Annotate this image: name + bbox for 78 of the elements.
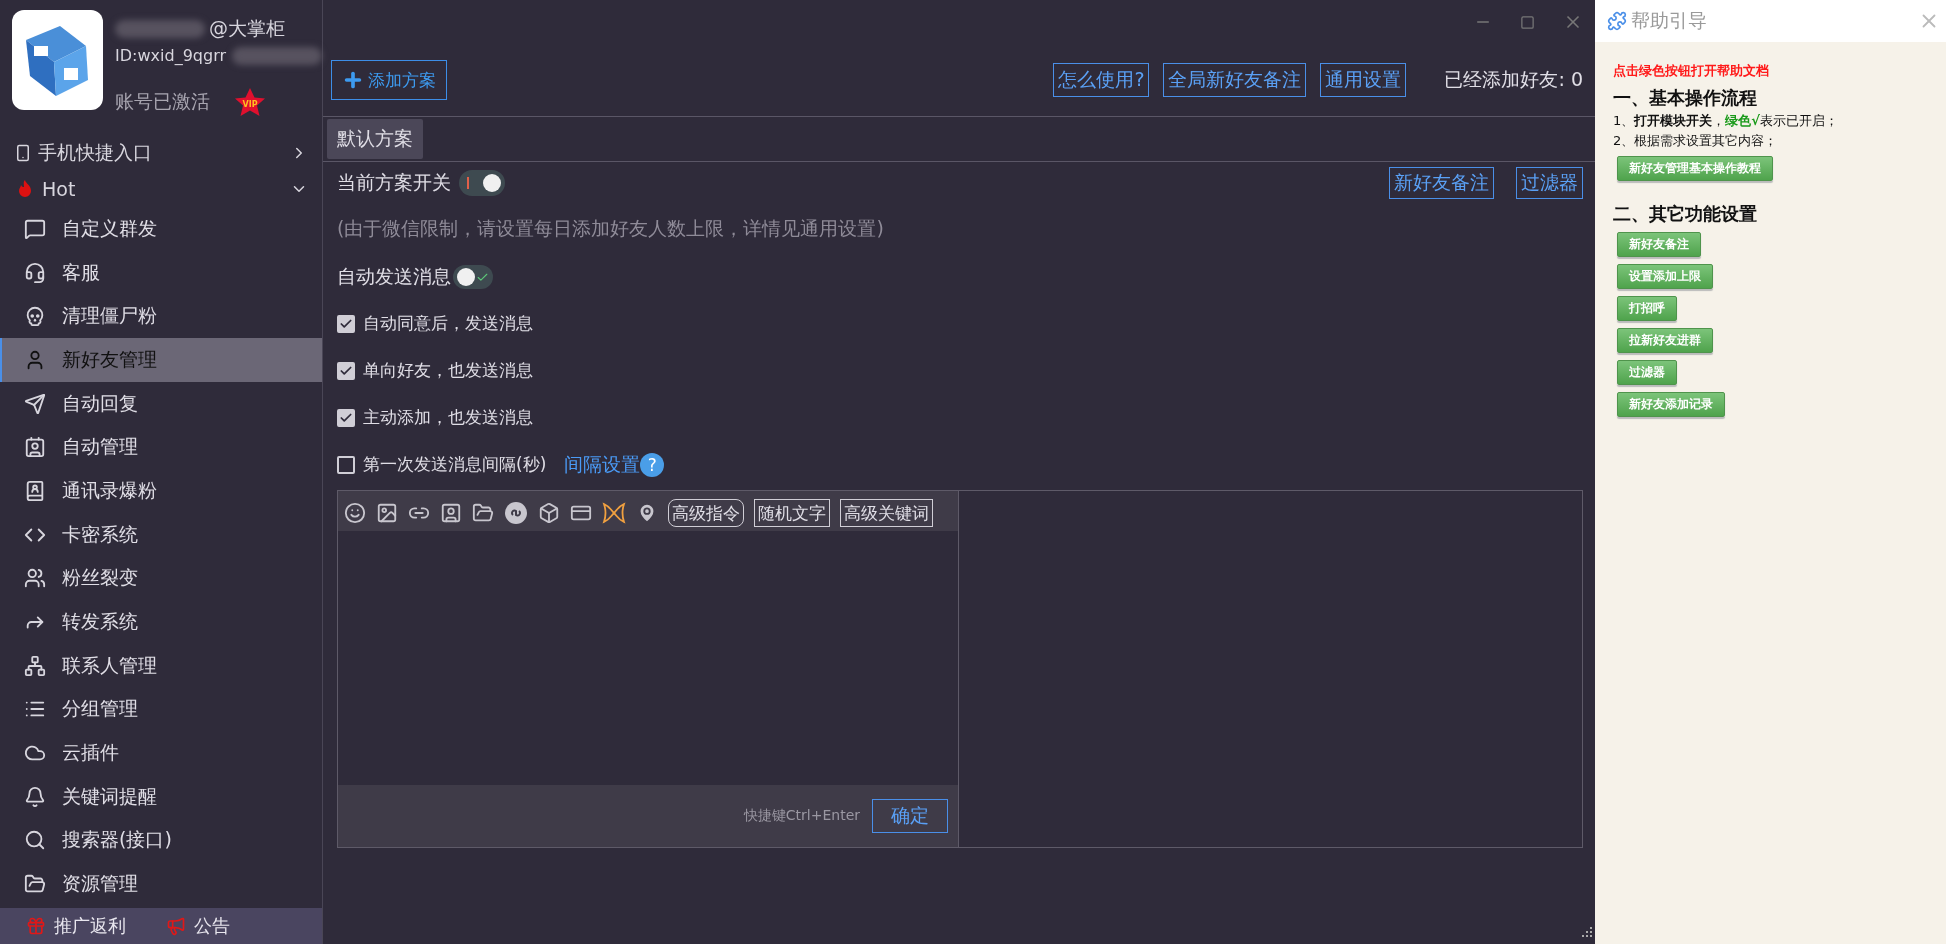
toolbar-link-button[interactable]: 全局新好友备注 [1163,63,1307,97]
checkbox-label: 第一次发送消息间隔(秒) [363,453,547,476]
help-intro: 点击绿色按钮打开帮助文档 [1613,62,1769,80]
bell-icon [24,785,46,808]
org-chart-icon [24,654,46,677]
plan-tab[interactable]: 默认方案 [327,119,423,159]
puzzle-icon [1607,11,1627,31]
plan-link-button[interactable]: 新好友备注 [1389,167,1494,199]
sidebar-item[interactable]: 搜索器(接口) [0,818,322,863]
add-plan-button[interactable]: 添加方案 [331,60,447,100]
checkbox-label: 主动添加，也发送消息 [363,406,533,429]
megaphone-icon [166,916,186,936]
sidebar-item[interactable]: 粉丝裂变 [0,556,322,601]
auto-send-label: 自动发送消息 [337,264,451,289]
send-icon [24,392,46,415]
section-heading: 一、基本操作流程 [1613,86,1757,110]
sidebar-item[interactable]: 自定义群发 [0,207,322,251]
sidebar-item[interactable]: 分组管理 [0,687,322,732]
help-step: 1、打开模块开关，绿色√表示已开启； [1613,112,1838,130]
smiley-icon[interactable] [344,502,366,524]
headset-icon [24,261,46,284]
people-icon [24,567,46,590]
sidebar-item[interactable]: 自动管理 [0,425,322,470]
help-title: 帮助引导 [1631,8,1707,33]
image-icon[interactable] [376,502,398,524]
nav-section-header[interactable]: Hot [0,171,322,207]
auto-send-switch[interactable] [453,265,493,289]
phone-icon [14,144,32,162]
sidebar-item[interactable]: 资源管理 [0,862,322,906]
gift-icon [26,916,46,936]
added-friends-count: 已经添加好友: 0 [1444,67,1583,92]
toolbar-link-button[interactable]: 怎么使用? [1053,63,1150,97]
referral-link[interactable]: 推广返利 [26,914,126,938]
sidebar-item[interactable]: 云插件 [0,731,322,775]
sidebar-item[interactable]: 联系人管理 [0,643,322,688]
sidebar-item[interactable]: 通讯录爆粉 [0,469,322,513]
checkbox[interactable] [337,314,355,333]
chat-bubble-icon [24,217,46,240]
checkbox[interactable] [337,455,355,474]
search-icon [24,829,46,852]
cube-icon[interactable] [538,502,560,524]
sidebar-item[interactable]: 清理僵尸粉 [0,294,322,339]
checkbox[interactable] [337,361,355,380]
toolbar-link-button[interactable]: 通用设置 [1320,63,1407,97]
checkbox-label: 单向好友，也发送消息 [363,359,533,382]
limit-note: (由于微信限制，请设置每日添加好友人数上限，详情见通用设置) [337,216,884,241]
sidebar-item[interactable]: 客服 [0,250,322,295]
sidebar-item[interactable]: 自动回复 [0,381,322,426]
switch-label: 当前方案开关 [337,170,451,195]
checkbox[interactable] [337,408,355,427]
confirm-button[interactable]: 确定 [872,799,948,833]
plan-link-button[interactable]: 过滤器 [1516,167,1583,199]
plan-switch[interactable] [459,170,505,196]
account-status: 账号已激活 [115,89,211,114]
account-name: @大掌柜 [209,16,286,41]
address-book-icon [24,479,46,502]
folder-icon[interactable] [472,502,494,524]
help-step: 2、根据需求设置其它内容； [1613,132,1778,150]
contact-card-icon [24,436,46,459]
sidebar-item[interactable]: 关键词提醒 [0,774,322,819]
editor-tool-button[interactable]: 高级关键词 [840,499,933,527]
skull-icon [24,305,46,328]
contact-card-icon[interactable] [440,502,462,524]
checkbox-label: 自动同意后，发送消息 [363,312,533,335]
account-id: ID:wxid_9qgrr [115,46,226,65]
vip-star-badge: VIP [234,87,267,117]
announcement-link[interactable]: 公告 [166,914,230,938]
sidebar-item[interactable]: 卡密系统 [0,512,322,557]
shortcut-hint: 快捷键Ctrl+Enter [743,807,860,825]
plus-icon [342,69,364,91]
section-heading: 二、其它功能设置 [1613,202,1757,226]
sidebar-item[interactable]: 转发系统 [0,600,322,644]
interval-settings-link[interactable]: 间隔设置 [564,451,641,478]
editor-tool-button[interactable]: 高级指令 [668,499,744,527]
resize-grip-icon[interactable] [1581,926,1593,938]
editor-tool-button[interactable]: 随机文字 [754,499,830,527]
bowtie-icon[interactable] [602,502,626,524]
nav-section-header[interactable]: 手机快捷入口 [0,135,322,171]
